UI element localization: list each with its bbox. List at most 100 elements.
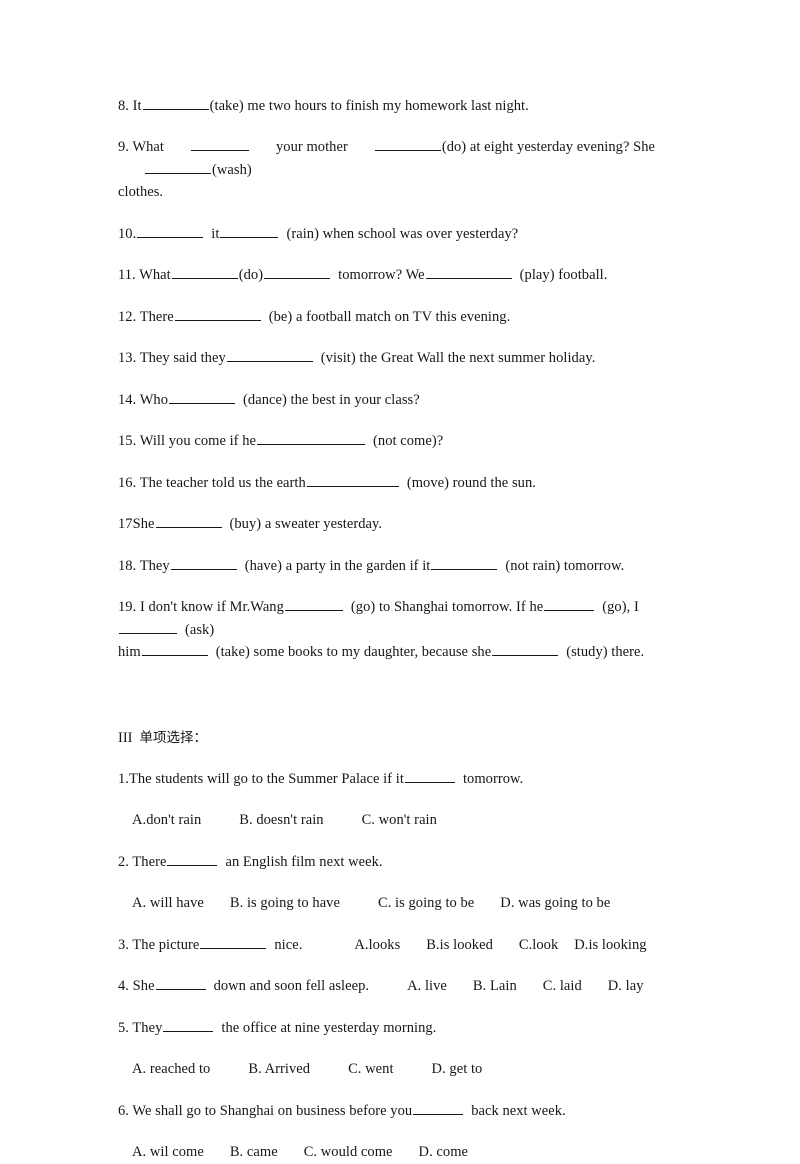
q9-blank-2[interactable] (374, 139, 441, 152)
q19-blank-3[interactable] (119, 621, 177, 634)
q11-seg-4: (play) football. (519, 267, 608, 284)
mc5-option-d[interactable]: D. get to (432, 1058, 483, 1080)
mc2-blank[interactable] (167, 853, 218, 866)
q12-seg-1: 12. There (118, 308, 174, 325)
fill-blank-item-11: 11. What (do) tomorrow? We (play) football. (118, 264, 680, 286)
mc3-stem-after: nice. (274, 936, 303, 953)
q14-seg-2: (dance) the best in your class? (243, 391, 420, 408)
q13-blank-1[interactable] (226, 349, 313, 363)
mc5-option-c[interactable]: C. went (348, 1058, 393, 1080)
mc2-option-a[interactable]: A. will have (132, 892, 204, 914)
mc4-stem-after: down and soon fell asleep. (213, 978, 370, 995)
mc2-option-c[interactable]: C. is going to be (378, 892, 474, 914)
mc1-option-c[interactable]: C. won't rain (362, 809, 437, 831)
mc1-stem-after: tomorrow. (462, 770, 524, 787)
q9-blank-1[interactable] (191, 139, 249, 152)
q16-seg-1: 16. The teacher told us the earth (118, 474, 306, 491)
mc6-stem-before: 6. We shall go to Shanghai on business b… (118, 1102, 413, 1119)
q19-blank-2[interactable] (544, 598, 595, 612)
mc1-blank[interactable] (404, 770, 455, 783)
mc4-option-d[interactable]: D. lay (608, 975, 644, 997)
mc3-option-d[interactable]: D.is looking (574, 934, 646, 956)
q10-seg-1: 10. (118, 225, 137, 242)
q19-blank-1[interactable] (284, 598, 343, 612)
q12-seg-2: (be) a football match on TV this evening… (268, 308, 511, 325)
mc4-blank[interactable] (155, 977, 206, 991)
q11-seg-1: 11. What (118, 267, 171, 284)
q15-seg-1: 15. Will you come if he (118, 433, 257, 450)
fill-blank-item-19: 19. I don't know if Mr.Wang (go) to Shang… (118, 596, 680, 663)
q18-seg-2: (have) a party in the garden if it (244, 557, 431, 574)
q10-blank-1[interactable] (137, 225, 204, 238)
fill-blank-item-13: 13. They said they (visit) the Great Wall… (118, 347, 680, 369)
q17-seg-1: 17She (118, 516, 155, 533)
q10-blank-2[interactable] (220, 225, 279, 238)
section-heading-multiple-choice: III 单项选择： (118, 727, 680, 749)
mc4-option-b[interactable]: B. Lain (473, 975, 517, 997)
mc-question-1-stem: 1.The students will go to the Summer Pal… (118, 768, 680, 790)
mc3-option-a[interactable]: A.looks (354, 934, 400, 956)
mc2-stem-after: an English film next week. (225, 853, 383, 870)
mc6-option-d[interactable]: D. come (419, 1141, 468, 1163)
q15-seg-2: (not come)? (373, 433, 444, 450)
mc4-option-a[interactable]: A. live (407, 975, 447, 997)
mc3-option-c[interactable]: C.look (519, 934, 558, 956)
q19-seg-1: 19. I don't know if Mr.Wang (118, 599, 284, 616)
mc-question-2-stem: 2. There an English film next week. (118, 851, 680, 873)
q14-blank-1[interactable] (169, 391, 236, 404)
mc5-option-a[interactable]: A. reached to (132, 1058, 210, 1080)
q11-blank-3[interactable] (425, 266, 512, 280)
q9-seg-4: (wash) (212, 161, 252, 178)
fill-blank-item-8: 8. It (take) me two hours to finish my ho… (118, 95, 680, 117)
q19-blank-5[interactable] (492, 643, 559, 657)
mc3-option-b[interactable]: B.is looked (426, 934, 493, 956)
q17-blank-1[interactable] (155, 515, 222, 529)
q16-blank-1[interactable] (306, 474, 399, 487)
mc1-stem-before: 1.The students will go to the Summer Pal… (118, 770, 404, 787)
q19-blank-4[interactable] (141, 643, 208, 657)
fill-blank-item-17: 17She (buy) a sweater yesterday. (118, 513, 680, 535)
q15-blank-1[interactable] (257, 432, 366, 446)
q19-continuation-seg-2: (take) some books to my daughter, becaus… (215, 644, 492, 661)
q13-seg-1: 13. They said they (118, 350, 226, 367)
fill-blank-item-12: 12. There (be) a football match on TV thi… (118, 306, 680, 328)
q10-seg-3: (rain) when school was over yesterday? (286, 225, 519, 242)
q14-seg-1: 14. Who (118, 391, 169, 408)
q9-blank-3[interactable] (145, 161, 211, 174)
q11-blank-2[interactable] (264, 266, 331, 280)
mc-question-2-options: A. will have B. is going to have C. is goi… (118, 892, 680, 914)
q10-seg-2: it (211, 225, 220, 242)
q8-blank-1[interactable] (142, 97, 209, 110)
mc4-option-c[interactable]: C. laid (543, 975, 582, 997)
q12-blank-1[interactable] (174, 308, 261, 321)
mc3-blank[interactable] (200, 936, 267, 949)
q8-text-after: (take) me two hours to finish my homewor… (209, 98, 529, 114)
mc-question-5-options: A. reached to B. Arrived C. went D. get to (118, 1058, 680, 1080)
mc-question-6-stem: 6. We shall go to Shanghai on business b… (118, 1100, 680, 1122)
mc-question-3: 3. The picture nice. A.looks B.is looked C.l… (118, 934, 680, 956)
fill-blank-item-15: 15. Will you come if he (not come)? (118, 430, 680, 452)
mc1-option-b[interactable]: B. doesn't rain (239, 809, 323, 831)
q11-blank-1[interactable] (171, 266, 238, 280)
fill-blank-item-9: 9. What your mother (do) at eight yesterda… (118, 136, 680, 203)
q18-seg-3: (not rain) tomorrow. (505, 557, 625, 574)
fill-blank-item-16: 16. The teacher told us the earth (move) … (118, 472, 680, 494)
mc6-option-c[interactable]: C. would come (304, 1141, 393, 1163)
mc5-option-b[interactable]: B. Arrived (248, 1058, 310, 1080)
section-numeral: III (118, 729, 133, 746)
mc1-option-a[interactable]: A.don't rain (132, 809, 201, 831)
worksheet-page: 8. It (take) me two hours to finish my ho… (0, 0, 800, 1160)
mc5-blank[interactable] (163, 1019, 214, 1032)
mc2-option-b[interactable]: B. is going to have (230, 892, 340, 914)
mc6-stem-after: back next week. (471, 1102, 566, 1119)
mc4-stem-before: 4. She (118, 978, 155, 995)
mc2-option-d[interactable]: D. was going to be (500, 892, 610, 914)
q8-text-before: 8. It (118, 98, 142, 114)
mc2-stem-before: 2. There (118, 853, 167, 870)
mc6-option-a[interactable]: A. wil come (132, 1141, 204, 1163)
q18-blank-2[interactable] (431, 557, 498, 570)
mc6-option-b[interactable]: B. came (230, 1141, 278, 1163)
mc6-blank[interactable] (413, 1102, 464, 1115)
q18-blank-1[interactable] (170, 557, 237, 570)
